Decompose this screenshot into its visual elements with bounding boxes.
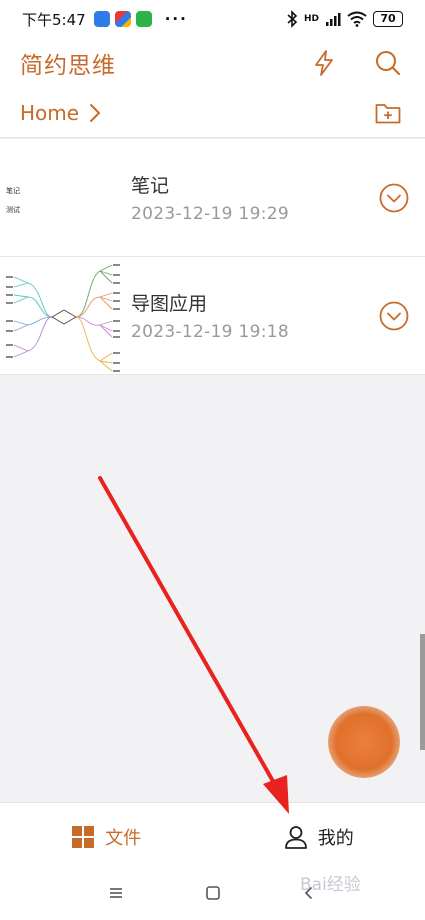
new-folder-button[interactable]: [373, 98, 403, 128]
person-icon: [284, 825, 307, 849]
breadcrumb-home[interactable]: Home: [20, 101, 79, 125]
tab-mine[interactable]: 我的: [213, 803, 425, 870]
file-item-mindmap[interactable]: 导图应用 2023-12-19 19:18: [0, 257, 425, 375]
status-bar: 下午5:47 ··· HD 70: [0, 0, 425, 38]
recent-apps-button[interactable]: [108, 884, 124, 906]
search-icon: [376, 51, 401, 76]
quick-action-button[interactable]: [309, 48, 339, 78]
file-name: 导图应用: [131, 293, 208, 315]
search-button[interactable]: [373, 48, 403, 78]
thumbnail-text: 测试: [6, 205, 20, 214]
bluetooth-icon: [287, 10, 298, 28]
file-date: 2023-12-19 19:18: [131, 322, 289, 342]
green-app-icon: [135, 11, 152, 27]
tab-files-label: 文件: [105, 827, 142, 849]
app-header: 简约思维: [0, 38, 425, 88]
folder-plus-icon: [375, 103, 401, 123]
mindmap-preview-image: [6, 263, 120, 372]
system-nav-bar: [0, 870, 425, 920]
file-date: 2023-12-19 19:29: [131, 204, 289, 224]
wifi-icon: [347, 11, 367, 27]
mindmap-thumbnail: [0, 257, 128, 375]
multicolor-app-icon: [114, 11, 131, 27]
tab-mine-label: 我的: [317, 827, 354, 849]
grid-icon: [72, 825, 95, 848]
watermark-text: Bai经验: [300, 875, 361, 895]
home-button[interactable]: [205, 884, 221, 906]
battery-icon: 70: [373, 11, 403, 27]
status-time: 下午5:47: [22, 10, 86, 29]
bluetooth-app-icon: [93, 11, 110, 27]
scrollbar-thumb[interactable]: [420, 634, 425, 750]
file-name: 笔记: [131, 175, 170, 197]
file-options-button[interactable]: [379, 301, 409, 335]
network-type-label: HD: [303, 13, 319, 24]
chevron-down-circle-icon: [379, 183, 409, 213]
thumbnail-text: 笔记: [6, 186, 20, 195]
file-thumbnail: 笔记 测试: [0, 139, 128, 257]
file-item-notes[interactable]: 笔记 测试 笔记 2023-12-19 19:29: [0, 139, 425, 257]
breadcrumb: Home: [0, 88, 425, 138]
file-list: 笔记 测试 笔记 2023-12-19 19:29 导图应用 2023-12-1…: [0, 139, 425, 375]
app-title: 简约思维: [20, 53, 116, 79]
square-icon: [206, 886, 220, 900]
chevron-right-icon: [89, 103, 101, 123]
more-notifications-icon: ···: [164, 10, 188, 28]
menu-icon: [110, 888, 122, 898]
file-options-button[interactable]: [379, 183, 409, 217]
lightning-icon: [315, 50, 333, 76]
chevron-down-circle-icon: [379, 301, 409, 331]
signal-icon: [326, 13, 341, 26]
add-fab-button[interactable]: [328, 706, 400, 778]
tab-files[interactable]: 文件: [0, 803, 213, 870]
bottom-nav: 文件 我的: [0, 802, 425, 870]
